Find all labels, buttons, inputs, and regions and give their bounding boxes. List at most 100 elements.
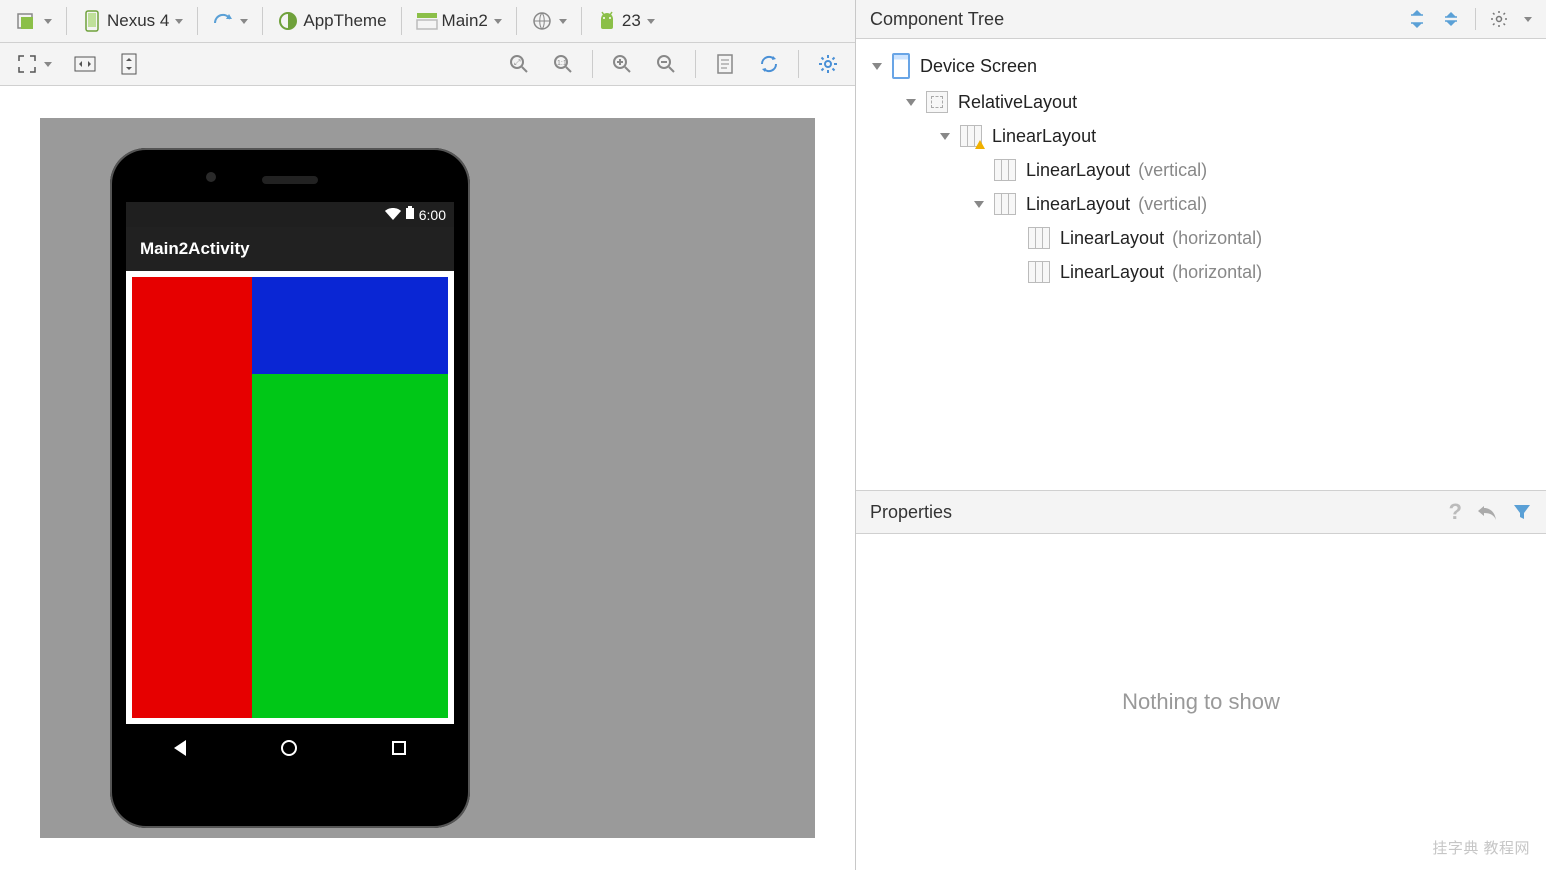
divider xyxy=(401,7,402,35)
zoom-actual[interactable]: 1:1 xyxy=(546,49,580,79)
chevron-down-icon xyxy=(44,19,52,24)
tree-node-label: LinearLayout xyxy=(1026,194,1130,215)
svg-text:⤢: ⤢ xyxy=(513,58,520,67)
zoom-actual-icon: 1:1 xyxy=(552,53,574,75)
chevron-down-icon xyxy=(872,63,882,70)
api-selector[interactable]: 23 xyxy=(590,6,661,36)
tree-node-hint: (vertical) xyxy=(1138,194,1207,215)
component-tree[interactable]: Device ScreenRelativeLayoutLinearLayoutL… xyxy=(856,39,1546,490)
design-canvas[interactable]: 6:00 Main2Activity xyxy=(0,86,855,870)
component-tree-title: Component Tree xyxy=(870,9,1004,30)
tree-node[interactable]: LinearLayout (vertical) xyxy=(864,187,1536,221)
divider xyxy=(197,7,198,35)
design-zoom-toolbar: ⤢ 1:1 xyxy=(0,43,855,86)
notes-button[interactable] xyxy=(708,49,742,79)
properties-empty-text: Nothing to show xyxy=(1122,689,1280,715)
filter-icon[interactable] xyxy=(1512,502,1532,522)
back-icon[interactable] xyxy=(174,740,186,756)
recents-icon[interactable] xyxy=(392,741,406,755)
app-bar: Main2Activity xyxy=(126,227,454,271)
fit-horizontal[interactable] xyxy=(68,49,102,79)
linear-layout-icon xyxy=(994,193,1016,215)
expand-toggle[interactable] xyxy=(870,63,884,70)
status-time: 6:00 xyxy=(419,207,446,223)
tree-node-hint: (vertical) xyxy=(1138,160,1207,181)
relative-layout-icon xyxy=(926,91,948,113)
properties-panel: Properties ? Nothing to show xyxy=(856,490,1546,870)
gear-icon[interactable] xyxy=(1490,10,1508,28)
globe-icon xyxy=(531,10,553,32)
expand-toggle[interactable] xyxy=(938,133,952,140)
collapse-all-icon[interactable] xyxy=(1441,9,1461,29)
contrast-icon xyxy=(277,10,299,32)
blue-panel[interactable] xyxy=(252,277,448,374)
green-panel[interactable] xyxy=(252,374,448,718)
device-selector[interactable]: Nexus 4 xyxy=(75,6,189,36)
tree-node-label: LinearLayout xyxy=(1026,160,1130,181)
divider xyxy=(66,7,67,35)
component-tree-header: Component Tree xyxy=(856,0,1546,39)
divider xyxy=(1475,8,1476,30)
chevron-down-icon xyxy=(906,99,916,106)
chevron-down-icon[interactable] xyxy=(1524,17,1532,22)
chevron-down-icon xyxy=(974,201,984,208)
refresh-icon xyxy=(758,53,780,75)
red-panel[interactable] xyxy=(132,277,252,718)
theme-label: AppTheme xyxy=(303,11,386,31)
phone-speaker xyxy=(262,176,318,184)
app-title: Main2Activity xyxy=(140,239,250,258)
undo-icon[interactable] xyxy=(1476,502,1498,522)
chevron-down-icon xyxy=(647,19,655,24)
tree-node[interactable]: LinearLayout xyxy=(864,119,1536,153)
zoom-in[interactable] xyxy=(605,49,639,79)
tree-node-label: LinearLayout xyxy=(1060,228,1164,249)
tree-node-label: RelativeLayout xyxy=(958,92,1077,113)
expand-all-icon[interactable] xyxy=(1407,9,1427,29)
zoom-out-icon xyxy=(655,53,677,75)
right-column xyxy=(252,277,448,718)
viewport-mode[interactable] xyxy=(10,49,58,79)
fit-vertical[interactable] xyxy=(112,49,146,79)
zoom-fit[interactable]: ⤢ xyxy=(502,49,536,79)
activity-selector[interactable]: Main2 xyxy=(410,6,508,36)
fit-vertical-icon xyxy=(118,53,140,75)
properties-empty: Nothing to show xyxy=(856,534,1546,870)
locale-selector[interactable] xyxy=(525,6,573,36)
tree-node[interactable]: LinearLayout (horizontal) xyxy=(864,255,1536,289)
chevron-down-icon xyxy=(240,19,248,24)
expand-toggle[interactable] xyxy=(904,99,918,106)
api-label: 23 xyxy=(622,11,641,31)
zoom-out[interactable] xyxy=(649,49,683,79)
design-toolbar: Nexus 4 AppTheme Main2 xyxy=(0,0,855,43)
tree-node[interactable]: RelativeLayout xyxy=(864,85,1536,119)
rotate-icon xyxy=(212,10,234,32)
orientation-selector[interactable] xyxy=(206,6,254,36)
tree-node[interactable]: LinearLayout (horizontal) xyxy=(864,221,1536,255)
settings-button[interactable] xyxy=(811,49,845,79)
notes-icon xyxy=(714,53,736,75)
expand-toggle[interactable] xyxy=(972,201,986,208)
tree-node-label: LinearLayout xyxy=(992,126,1096,147)
blueprint-toggle[interactable] xyxy=(10,6,58,36)
tree-node[interactable]: Device Screen xyxy=(864,47,1536,85)
zoom-fit-icon: ⤢ xyxy=(508,53,530,75)
device-screen-icon xyxy=(892,53,910,79)
divider xyxy=(581,7,582,35)
home-icon[interactable] xyxy=(281,740,297,756)
tree-node-label: Device Screen xyxy=(920,56,1037,77)
refresh-button[interactable] xyxy=(752,49,786,79)
layout-preview[interactable] xyxy=(126,271,454,724)
help-icon[interactable]: ? xyxy=(1449,499,1462,525)
properties-title: Properties xyxy=(870,502,952,523)
wifi-icon xyxy=(385,207,401,223)
tree-node[interactable]: LinearLayout (vertical) xyxy=(864,153,1536,187)
tree-node-label: LinearLayout xyxy=(1060,262,1164,283)
chevron-down-icon xyxy=(559,19,567,24)
divider xyxy=(516,7,517,35)
expand-icon xyxy=(16,53,38,75)
divider xyxy=(262,7,263,35)
theme-selector[interactable]: AppTheme xyxy=(271,6,392,36)
right-sidebar: Component Tree Device Screen RelativeLayo… xyxy=(856,0,1546,870)
android-icon xyxy=(596,10,618,32)
status-bar: 6:00 xyxy=(126,202,454,227)
